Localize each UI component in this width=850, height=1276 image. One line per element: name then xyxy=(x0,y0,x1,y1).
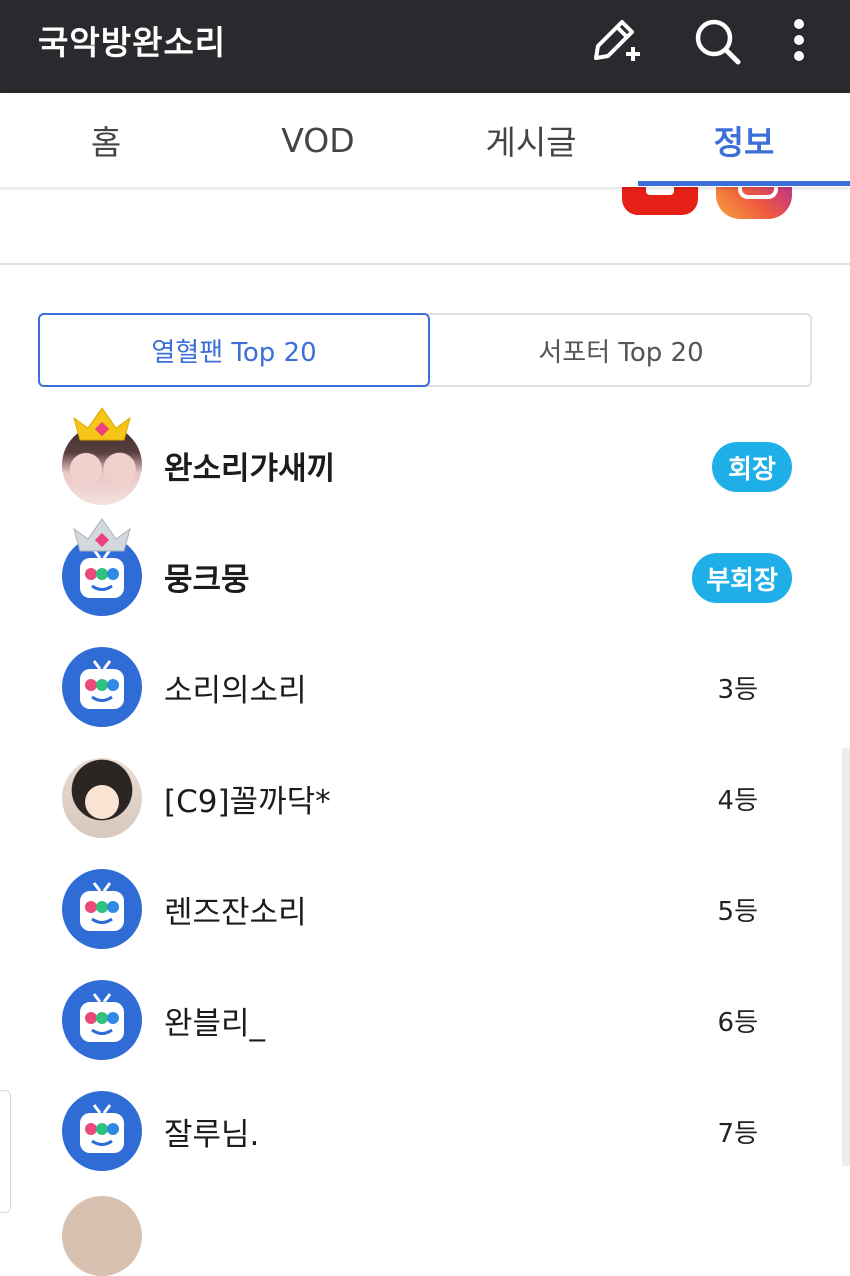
tab-bar: 홈 VOD 게시글 정보 xyxy=(0,93,850,187)
avatar xyxy=(62,1196,142,1276)
avatar xyxy=(62,869,142,949)
list-item[interactable]: 뭉크뭉 부회장 xyxy=(0,518,850,632)
member-name: [C9]꼴까닥* xyxy=(164,784,331,820)
rank-label: 7등 xyxy=(717,1119,758,1149)
tab-vod[interactable]: VOD xyxy=(212,93,424,187)
member-name: 뭉크뭉 xyxy=(164,562,250,598)
section-label-cut: · · · xyxy=(62,187,107,198)
default-avatar-icon xyxy=(80,993,124,1042)
rank-label: 4등 xyxy=(717,786,758,816)
tab-posts[interactable]: 게시글 xyxy=(425,93,637,187)
avatar xyxy=(62,1091,142,1171)
member-name: 잘루님. xyxy=(164,1117,260,1153)
default-avatar-icon xyxy=(80,660,124,709)
status-badge: 부회장 xyxy=(692,553,792,603)
edit-icon[interactable] xyxy=(584,12,644,72)
ranking-segmented-control: 열혈팬 Top 20 서포터 Top 20 xyxy=(38,313,812,387)
list-item[interactable]: [C9]꼴까닥* 4등 xyxy=(0,743,850,854)
avatar xyxy=(62,758,142,838)
member-name: 렌즈잔소리 xyxy=(164,895,307,931)
app-bar: 국악방완소리 xyxy=(0,0,850,93)
member-name: 완소리갸새끼 xyxy=(164,451,336,487)
list-item[interactable]: 완소리갸새끼 회장 xyxy=(0,407,850,521)
list-item[interactable]: 소리의소리 3등 xyxy=(0,632,850,743)
instagram-icon[interactable] xyxy=(716,187,792,219)
active-tab-indicator xyxy=(638,181,850,186)
member-name: 소리의소리 xyxy=(164,673,307,709)
rank-label: 5등 xyxy=(717,897,758,927)
silver-crown-icon xyxy=(73,518,131,552)
default-avatar-icon xyxy=(80,1104,124,1153)
avatar xyxy=(62,980,142,1060)
list-item[interactable]: 렌즈잔소리 5등 xyxy=(0,854,850,965)
rank-label: 3등 xyxy=(717,675,758,705)
segment-supporter-top20[interactable]: 서포터 Top 20 xyxy=(430,315,812,385)
gold-crown-icon xyxy=(73,407,131,441)
default-avatar-icon xyxy=(80,882,124,931)
list-item[interactable]: 잘루님. 7등 xyxy=(0,1076,850,1187)
tab-home[interactable]: 홈 xyxy=(0,93,212,187)
more-vertical-icon[interactable] xyxy=(772,12,832,72)
segment-fan-top20[interactable]: 열혈팬 Top 20 xyxy=(38,313,430,387)
rank-label: 6등 xyxy=(717,1008,758,1038)
side-panel-edge xyxy=(0,1090,11,1213)
member-name: 완블리_ xyxy=(164,1006,266,1042)
search-icon[interactable] xyxy=(688,12,748,72)
social-links-row: · · · xyxy=(0,187,850,265)
youtube-icon[interactable] xyxy=(622,187,698,215)
list-item[interactable]: 완블리_ 6등 xyxy=(0,965,850,1076)
scrollbar[interactable] xyxy=(842,748,850,1166)
page-title: 국악방완소리 xyxy=(38,23,227,62)
divider xyxy=(0,263,850,265)
status-badge: 회장 xyxy=(712,442,792,492)
avatar xyxy=(62,647,142,727)
tab-info[interactable]: 정보 xyxy=(638,93,850,187)
